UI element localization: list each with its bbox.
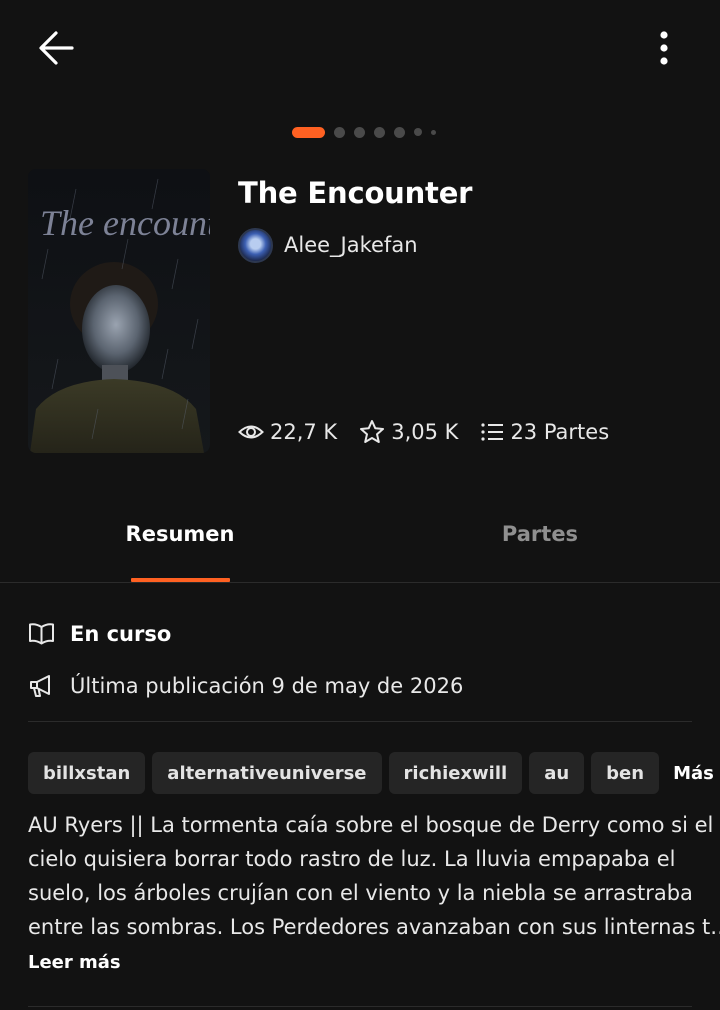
read-more-button[interactable]: Leer más <box>28 952 121 973</box>
more-vertical-icon <box>660 31 668 65</box>
cover-artwork: The encounter <box>28 169 210 453</box>
description-line: AU Ryers || La tormenta caía sobre el bo… <box>28 813 714 837</box>
tab-summary[interactable]: Resumen <box>120 522 240 562</box>
parts-stat: 23 Partes <box>480 420 609 444</box>
section-divider <box>28 721 692 722</box>
more-tags-button[interactable]: Más <box>673 763 714 784</box>
author-link[interactable]: Alee_Jakefan <box>238 227 418 263</box>
description-line: suelo, los árboles crujían con el viento… <box>28 881 693 905</box>
description-line: cielo quisiera borrar todo rastro de luz… <box>28 847 676 871</box>
cover-title-text: The encounter <box>40 203 210 243</box>
votes-stat: 3,05 K <box>359 419 458 445</box>
section-divider <box>28 1006 692 1007</box>
parts-count: 23 Partes <box>510 420 610 444</box>
tag-chip[interactable]: au <box>529 752 585 794</box>
reads-count: 22,7 K <box>270 420 338 444</box>
story-description: AU Ryers || La tormenta caía sobre el bo… <box>28 808 720 944</box>
story-cover[interactable]: The encounter <box>28 169 210 453</box>
carousel-dot <box>394 126 405 138</box>
reads-stat: 22,7 K <box>238 419 337 445</box>
carousel-dot <box>431 129 436 135</box>
story-status: En curso <box>70 622 172 646</box>
tag-chip[interactable]: alternativeuniverse <box>152 752 382 794</box>
last-published-row: Última publicación 9 de may de 2026 <box>28 669 463 703</box>
tag-chip[interactable]: richiexwill <box>388 752 523 794</box>
story-title: The Encounter <box>238 176 473 210</box>
last-published-date: Última publicación 9 de may de 2026 <box>70 674 464 698</box>
carousel-dot-active <box>292 126 325 138</box>
story-status-row: En curso <box>28 617 171 651</box>
back-button[interactable] <box>34 28 78 68</box>
tabs-divider <box>0 582 720 583</box>
author-name: Alee_Jakefan <box>284 233 418 257</box>
tag-chip[interactable]: billxstan <box>28 752 146 794</box>
list-icon <box>481 423 504 441</box>
arrow-left-icon <box>39 31 74 65</box>
carousel-dot <box>354 126 365 138</box>
story-stats: 22,7 K 3,05 K 23 Partes <box>238 414 631 450</box>
tag-chip[interactable]: ben <box>591 752 660 794</box>
tab-parts[interactable]: Partes <box>480 522 600 562</box>
tag-list: billxstan alternativeuniverse richiexwil… <box>28 752 714 794</box>
description-line: entre las sombras. Los Perdedores avanza… <box>28 915 720 939</box>
carousel-dot <box>334 126 345 138</box>
more-options-button[interactable] <box>644 26 684 70</box>
avatar <box>238 227 273 263</box>
star-icon <box>360 420 385 443</box>
top-bar <box>0 0 720 96</box>
carousel-indicator <box>292 126 445 138</box>
open-book-icon <box>29 623 54 645</box>
votes-count: 3,05 K <box>391 420 459 444</box>
eye-icon <box>238 425 264 439</box>
carousel-dot <box>374 126 385 138</box>
megaphone-icon <box>30 675 50 697</box>
carousel-dot <box>414 128 422 136</box>
